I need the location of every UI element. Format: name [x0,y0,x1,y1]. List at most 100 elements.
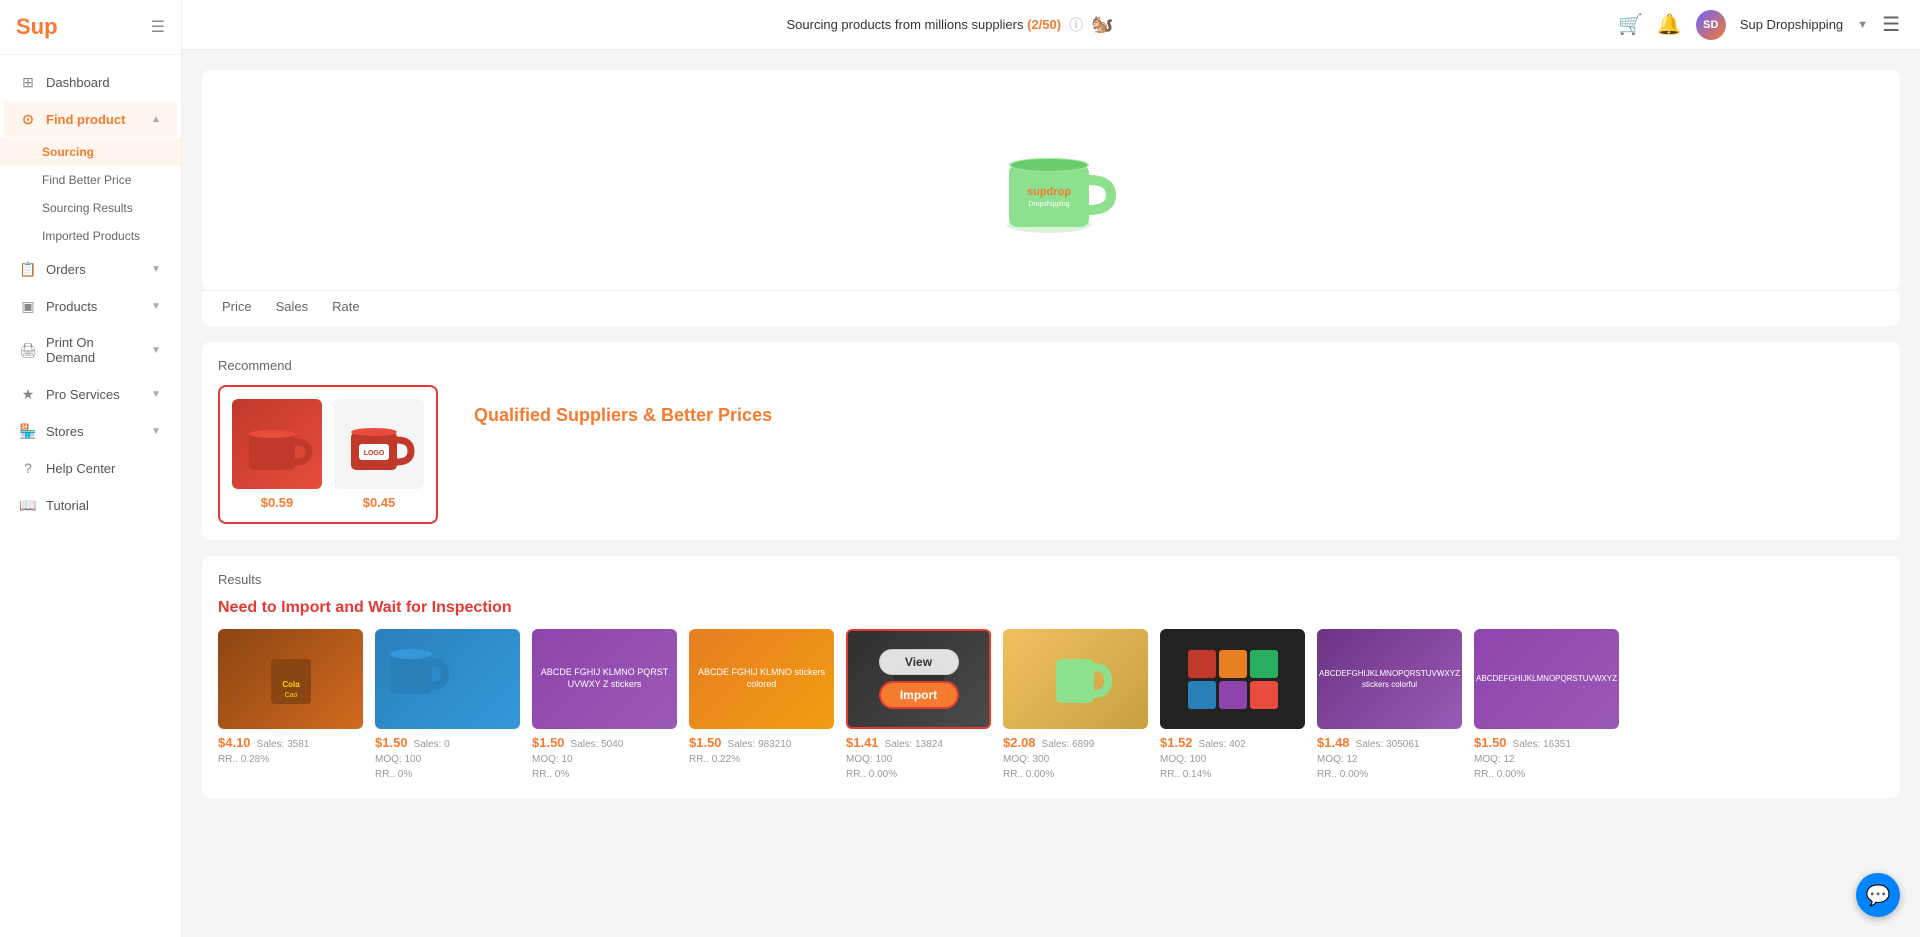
result-product-3: ABCDE FGHIJ KLMNO PQRST UVWXY Z stickers… [532,629,677,782]
sub-label-imported-products: Imported Products [42,229,140,243]
result-meta-6: Sales: 6899 [1042,737,1095,752]
sidebar-sub-imported-products[interactable]: Imported Products [0,222,181,250]
sidebar-item-pro-services[interactable]: ★ Pro Services ▼ [4,376,177,412]
result-moq-6: MOQ: 300 [1003,752,1148,767]
grid-icon: ⊞ [20,74,36,90]
header-sourcing-info: Sourcing products from millions supplier… [787,14,1114,35]
cart-icon[interactable]: 🛒 [1618,12,1643,37]
result-price-8: $1.48 [1317,735,1350,750]
recommend-section: Recommend $0.59 [202,342,1900,540]
app-logo: Sup [16,14,58,40]
sidebar-sub-sourcing-results[interactable]: Sourcing Results [0,194,181,222]
result-moq-8: MOQ: 12 [1317,752,1462,767]
result-meta-9: Sales: 16351 [1513,737,1571,752]
result-img-4: ABCDE FGHIJ KLMNO stickers colored [689,629,834,729]
store-icon: 🏪 [20,423,36,439]
chevron-down-icon-pod: ▼ [151,345,161,356]
sticker-text-4: ABCDE FGHIJ KLMNO stickers colored [693,667,830,690]
sidebar-item-orders[interactable]: 📋 Orders ▼ [4,251,177,287]
chevron-down-icon-products: ▼ [151,301,161,312]
results-cta-text: Need to Import and Wait for Inspection [218,599,1884,617]
sidebar-item-help-center[interactable]: ? Help Center [4,450,177,486]
result-rr-3: RR.. 0% [532,767,677,782]
hamburger-icon[interactable]: ☰ [151,17,165,37]
recommend-label: Recommend [218,358,1884,373]
sidebar-label-tutorial: Tutorial [46,498,89,513]
result-img-7 [1160,629,1305,729]
sidebar-item-dashboard[interactable]: ⊞ Dashboard [4,64,177,100]
sidebar-sub-find-better-price[interactable]: Find Better Price [0,166,181,194]
result-rr-8: RR.. 0.00% [1317,767,1462,782]
recommend-price-1: $0.59 [261,495,294,510]
recommend-product-2[interactable]: LOGO $0.45 [334,399,424,510]
user-chevron-icon[interactable]: ▼ [1857,19,1868,31]
banner-image-area: supdrop Dropshipping [981,110,1121,250]
sidebar-label-help-center: Help Center [46,461,115,476]
green-mug-svg: supdrop Dropshipping [981,110,1121,250]
result-moq-5: MOQ: 100 [846,752,991,767]
bell-icon[interactable]: 🔔 [1657,12,1682,37]
sourcing-text: Sourcing products from millions supplier… [787,17,1062,32]
result-product-1: Cola Cao $4.10 Sales: 3581 RR.. 0.28% [218,629,363,782]
main-content: supdrop Dropshipping Price Sales Rate Re… [182,50,1920,937]
recommend-img-1 [232,399,322,489]
sticker-text-8: ABCDEFGHIJKLMNOPQRSTUVWXYZ stickers colo… [1317,629,1462,729]
sticker-text-9: ABCDEFGHIJKLMNOPQRSTUVWXYZ [1474,629,1619,729]
sidebar-item-stores[interactable]: 🏪 Stores ▼ [4,413,177,449]
help-circle-icon[interactable]: ⓘ [1069,15,1083,35]
sidebar-item-print-on-demand[interactable]: 🖨 Print On Demand ▼ [4,325,177,375]
chevron-down-icon: ▼ [151,264,161,275]
sub-label-find-better-price: Find Better Price [42,173,131,187]
chevron-down-icon-pro: ▼ [151,389,161,400]
emoji-icon: 🐿️ [1091,14,1113,35]
recommend-grid: $0.59 LOGO $0.45 [218,385,1884,524]
result-price-6: $2.08 [1003,735,1036,750]
result-rr-6: RR.. 0.00% [1003,767,1148,782]
result-rr-2: RR.. 0% [375,767,520,782]
result-rr-9: RR.. 0.00% [1474,767,1619,782]
result-product-4: ABCDE FGHIJ KLMNO stickers colored $1.50… [689,629,834,782]
user-avatar[interactable]: SD [1696,10,1726,40]
svg-text:LOGO: LOGO [364,450,385,457]
sidebar-item-products[interactable]: ▣ Products ▼ [4,288,177,324]
sidebar-item-find-product[interactable]: ⊙ Find product ▲ [4,101,177,137]
chevron-down-icon-stores: ▼ [151,426,161,437]
clipboard-icon: 📋 [20,261,36,277]
result-img-8: ABCDEFGHIJKLMNOPQRSTUVWXYZ stickers colo… [1317,629,1462,729]
view-button-5[interactable]: View [879,649,959,675]
sidebar-sub-sourcing[interactable]: Sourcing [0,138,181,166]
printer-icon: 🖨 [20,342,36,358]
sidebar-label-find-product: Find product [46,112,125,127]
username-label: Sup Dropshipping [1740,17,1843,32]
result-img-5: View Import [846,629,991,729]
sidebar-label-stores: Stores [46,424,84,439]
recommend-product-1[interactable]: $0.59 [232,399,322,510]
sidebar-item-tutorial[interactable]: 📖 Tutorial [4,487,177,523]
import-button-5[interactable]: Import [879,681,959,709]
result-rr-4: RR.. 0.22% [689,752,834,767]
red-mug-svg [237,404,317,484]
result-rr-5: RR.. 0.00% [846,767,991,782]
tab-rate[interactable]: Rate [332,299,359,318]
svg-text:supdrop: supdrop [1027,186,1071,198]
result-rr-7: RR.. 0.14% [1160,767,1305,782]
main-menu-icon[interactable]: ☰ [1882,12,1900,37]
box-icon: ▣ [20,298,36,314]
colacao-icon: Cola Cao [261,649,321,709]
result-moq-2: MOQ: 100 [375,752,520,767]
logo-mug-svg: LOGO [339,404,419,484]
star-icon: ★ [20,386,36,402]
tab-sales[interactable]: Sales [276,299,309,318]
result-img-1: Cola Cao [218,629,363,729]
result-img-3: ABCDE FGHIJ KLMNO PQRST UVWXY Z stickers [532,629,677,729]
cta-heading: Qualified Suppliers & Better Prices [474,405,772,426]
sub-label-sourcing: Sourcing [42,145,94,159]
chat-icon: 💬 [1866,883,1891,908]
header-actions: 🛒 🔔 SD Sup Dropshipping ▼ ☰ [1618,10,1900,40]
book-icon: 📖 [20,497,36,513]
results-label: Results [218,572,1884,587]
tab-price[interactable]: Price [222,299,252,318]
result-price-3: $1.50 [532,735,565,750]
chat-button[interactable]: 💬 [1856,873,1900,917]
sidebar-label-print-on-demand: Print On Demand [46,335,141,365]
